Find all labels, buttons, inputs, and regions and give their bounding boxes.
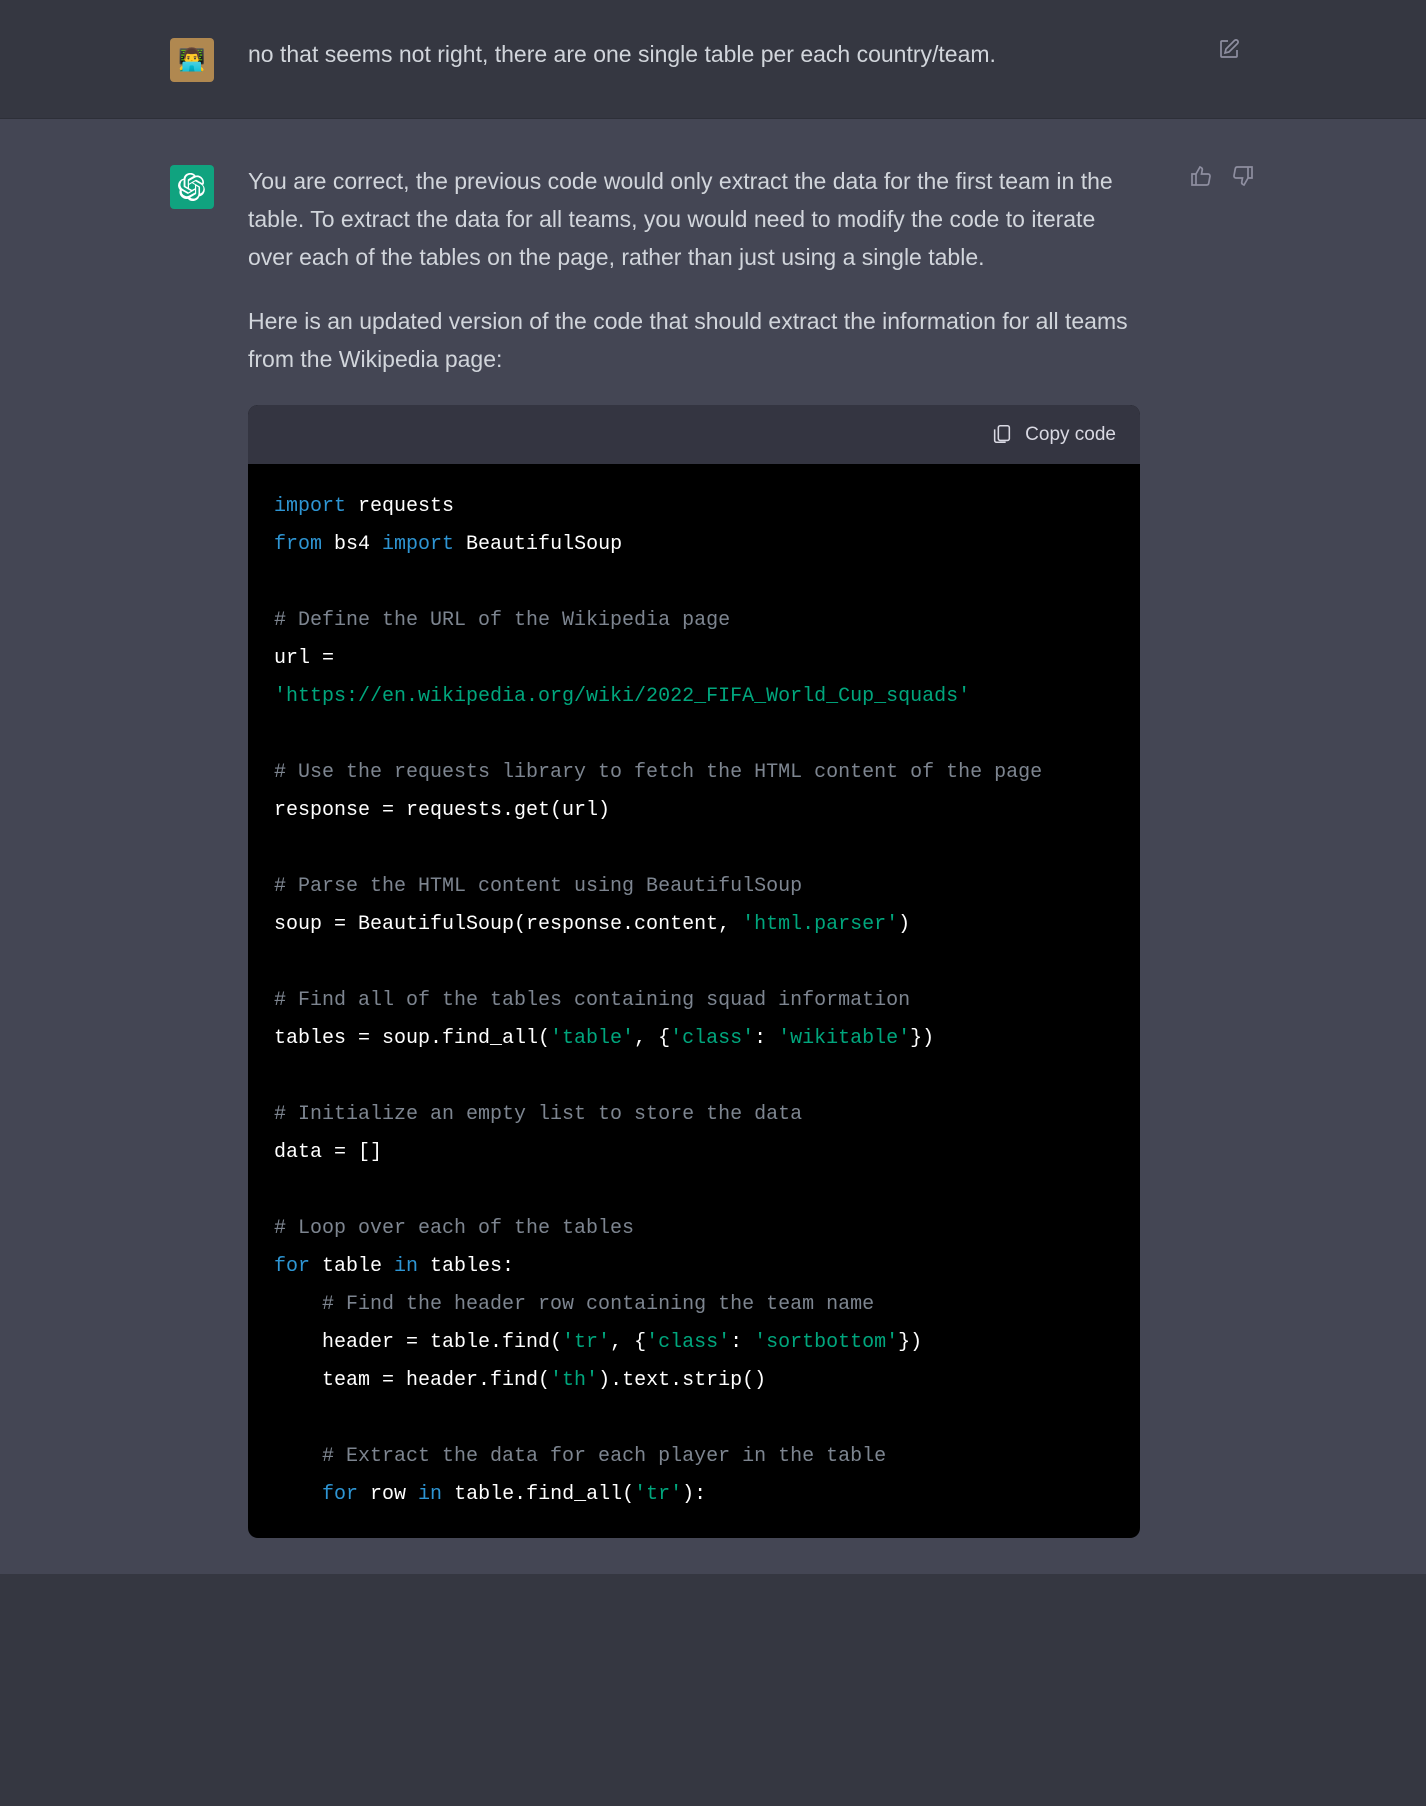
code-token-op xyxy=(274,1445,322,1468)
code-token-op: ): xyxy=(682,1483,706,1506)
code-token-kw: in xyxy=(394,1255,418,1278)
code-token-op: bs4 xyxy=(322,533,382,556)
code-token-op: table.find_all( xyxy=(442,1483,634,1506)
user-message-actions xyxy=(1216,36,1242,82)
code-token-kw: from xyxy=(274,533,322,556)
thumbs-down-icon[interactable] xyxy=(1230,163,1256,189)
assistant-message-content: You are correct, the previous code would… xyxy=(248,163,1140,1538)
openai-logo-icon xyxy=(178,173,206,201)
code-token-op xyxy=(274,1483,322,1506)
code-token-str: 'tr' xyxy=(634,1483,682,1506)
code-token-op: , { xyxy=(634,1027,670,1050)
edit-icon[interactable] xyxy=(1216,36,1242,62)
code-token-str: 'table' xyxy=(550,1027,634,1050)
code-token-cm: # Define the URL of the Wikipedia page xyxy=(274,609,730,632)
user-message-text: no that seems not right, there are one s… xyxy=(248,41,996,67)
code-token-op: }) xyxy=(898,1331,922,1354)
code-token-op: table xyxy=(310,1255,394,1278)
thumbs-up-icon[interactable] xyxy=(1188,163,1214,189)
code-block-body: import requests from bs4 import Beautifu… xyxy=(248,464,1140,1538)
code-token-cm: # Use the requests library to fetch the … xyxy=(274,761,1042,784)
code-token-op: response = requests.get(url) xyxy=(274,799,610,822)
user-avatar-emoji: 👨‍💻 xyxy=(178,47,205,73)
user-message-row: 👨‍💻 no that seems not right, there are o… xyxy=(0,0,1426,119)
code-token-str: 'class' xyxy=(670,1027,754,1050)
code-token-kw: import xyxy=(382,533,454,556)
code-token-kw: for xyxy=(274,1255,310,1278)
code-token-str: 'https://en.wikipedia.org/wiki/2022_FIFA… xyxy=(274,685,970,708)
code-token-op: BeautifulSoup xyxy=(454,533,622,556)
assistant-paragraph-1: Here is an updated version of the code t… xyxy=(248,303,1140,379)
assistant-paragraph-0: You are correct, the previous code would… xyxy=(248,163,1140,277)
user-message-content: no that seems not right, there are one s… xyxy=(248,36,1168,82)
code-token-op: url = xyxy=(274,647,346,670)
user-avatar: 👨‍💻 xyxy=(170,38,214,82)
code-token-str: 'html.parser' xyxy=(742,913,898,936)
code-token-op: }) xyxy=(910,1027,934,1050)
assistant-message-row: You are correct, the previous code would… xyxy=(0,119,1426,1574)
code-token-op xyxy=(274,1293,322,1316)
code-token-op: header = table.find( xyxy=(274,1331,562,1354)
code-token-op: team = header.find( xyxy=(274,1369,550,1392)
code-token-op: requests xyxy=(358,495,454,518)
code-token-op: , { xyxy=(610,1331,646,1354)
code-token-str: 'sortbottom' xyxy=(754,1331,898,1354)
assistant-avatar xyxy=(170,165,214,209)
code-token-op: tables: xyxy=(418,1255,514,1278)
code-token-kw: for xyxy=(322,1483,358,1506)
code-token-kw: in xyxy=(418,1483,442,1506)
clipboard-icon xyxy=(991,423,1013,445)
code-token-op: data = [] xyxy=(274,1141,382,1164)
code-token-op xyxy=(346,495,358,518)
code-token-op: row xyxy=(358,1483,418,1506)
code-token-cm: # Find the header row containing the tea… xyxy=(322,1293,874,1316)
assistant-message-actions xyxy=(1188,163,1256,1538)
code-token-op: : xyxy=(730,1331,754,1354)
code-token-op: soup = BeautifulSoup(response.content, xyxy=(274,913,742,936)
code-token-op: : xyxy=(754,1027,778,1050)
code-token-str: 'tr' xyxy=(562,1331,610,1354)
code-token-str: 'wikitable' xyxy=(778,1027,910,1050)
code-token-cm: # Extract the data for each player in th… xyxy=(322,1445,886,1468)
copy-code-button[interactable]: Copy code xyxy=(991,419,1116,450)
code-token-op: tables = soup.find_all( xyxy=(274,1027,550,1050)
code-token-cm: # Initialize an empty list to store the … xyxy=(274,1103,802,1126)
code-block-header: Copy code xyxy=(248,405,1140,464)
code-token-cm: # Parse the HTML content using Beautiful… xyxy=(274,875,802,898)
code-token-op: ) xyxy=(898,913,910,936)
copy-code-label: Copy code xyxy=(1025,419,1116,450)
code-token-op: ).text.strip() xyxy=(598,1369,766,1392)
code-token-str: 'class' xyxy=(646,1331,730,1354)
code-block: Copy code import requests from bs4 impor… xyxy=(248,405,1140,1538)
code-token-str: 'th' xyxy=(550,1369,598,1392)
code-token-cm: # Loop over each of the tables xyxy=(274,1217,634,1240)
code-token-kw: import xyxy=(274,495,346,518)
code-token-cm: # Find all of the tables containing squa… xyxy=(274,989,910,1012)
